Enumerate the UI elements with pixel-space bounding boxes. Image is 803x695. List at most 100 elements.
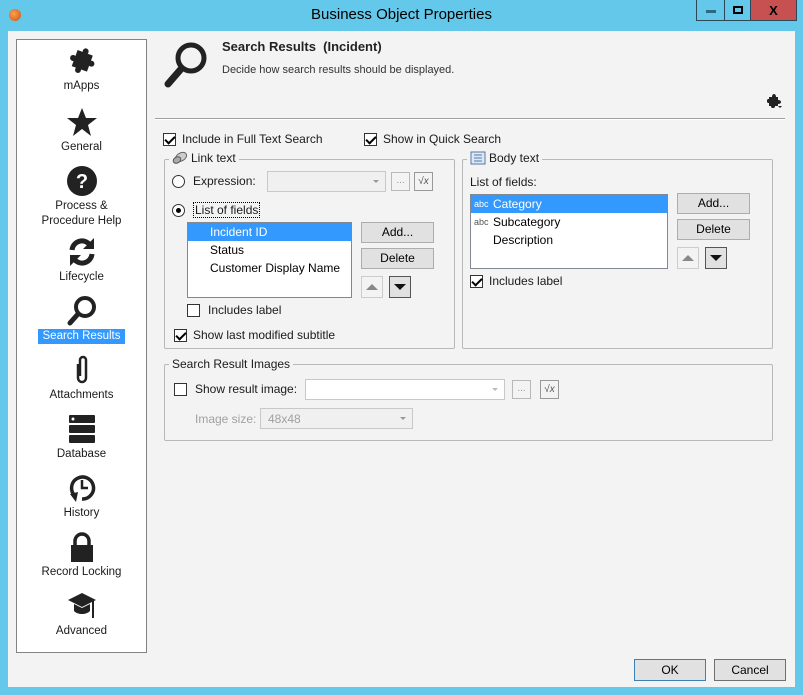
sidebar-item-mapps[interactable]: mApps xyxy=(17,45,146,94)
checkbox[interactable] xyxy=(163,132,176,146)
list-item[interactable]: abc Category xyxy=(471,195,667,213)
sidebar-item-label: History xyxy=(63,507,100,519)
link-move-down-button[interactable] xyxy=(389,276,411,298)
search-icon xyxy=(67,296,96,326)
maximize-icon xyxy=(732,6,743,14)
expression-formula-button[interactable]: √x xyxy=(414,172,433,191)
link-delete-button[interactable]: Delete xyxy=(361,248,434,269)
chevron-down-icon xyxy=(492,388,498,391)
ok-button[interactable]: OK xyxy=(634,659,706,681)
sidebar-item-record-locking[interactable]: Record Locking xyxy=(17,531,146,580)
radio-button[interactable] xyxy=(172,203,185,217)
sidebar: mApps General ? Process & Procedure Help… xyxy=(16,39,147,653)
radio-button[interactable] xyxy=(172,174,185,188)
sidebar-item-database[interactable]: Database xyxy=(17,413,146,462)
sidebar-item-label: Database xyxy=(56,448,107,460)
arrow-up-icon xyxy=(366,284,378,290)
sidebar-item-label: Record Locking xyxy=(41,566,122,578)
refresh-icon xyxy=(69,238,94,266)
text-type-icon: abc xyxy=(474,217,489,227)
sidebar-item-attachments[interactable]: Attachments xyxy=(17,354,146,403)
includes-label-text: Includes label xyxy=(489,274,563,288)
link-icon xyxy=(172,151,188,164)
search-result-images-group xyxy=(164,364,773,441)
images-legend: Search Result Images xyxy=(169,357,294,371)
minimize-button[interactable] xyxy=(696,0,725,21)
paperclip-icon xyxy=(76,355,87,384)
body-text-label: Body text xyxy=(489,151,540,165)
image-browse-button[interactable]: ... xyxy=(512,380,531,399)
arrow-down-icon xyxy=(394,284,406,290)
puzzle-icon xyxy=(69,48,94,73)
list-of-fields-label: List of fields xyxy=(193,202,261,218)
list-item[interactable]: Customer Display Name xyxy=(188,259,351,277)
body-add-button[interactable]: Add... xyxy=(677,193,750,214)
checkbox[interactable] xyxy=(470,274,483,288)
body-move-up-button[interactable] xyxy=(677,247,699,269)
arrow-down-icon xyxy=(710,255,722,261)
page-title: Search Results (Incident) xyxy=(222,39,382,54)
sidebar-item-label: Search Results xyxy=(37,329,126,344)
image-size-label: Image size: xyxy=(195,412,257,426)
sidebar-item-lifecycle[interactable]: Lifecycle xyxy=(17,236,146,285)
list-item[interactable]: abc Subcategory xyxy=(471,213,667,231)
sidebar-item-process-help[interactable]: ? Process & Procedure Help xyxy=(17,165,146,229)
image-size-value: 48x48 xyxy=(268,412,301,426)
full-text-search-checkbox[interactable]: Include in Full Text Search xyxy=(163,132,323,146)
image-formula-button[interactable]: √x xyxy=(540,380,559,399)
chevron-down-icon xyxy=(373,180,379,183)
sidebar-item-label: General xyxy=(61,141,102,153)
show-last-modified-checkbox[interactable]: Show last modified subtitle xyxy=(174,328,335,342)
close-button[interactable]: X xyxy=(750,0,797,21)
sidebar-item-search-results[interactable]: Search Results xyxy=(17,295,146,344)
history-icon xyxy=(69,475,95,502)
link-add-button[interactable]: Add... xyxy=(361,222,434,243)
minimize-icon xyxy=(705,10,716,13)
checkbox[interactable] xyxy=(174,382,187,396)
body-delete-button[interactable]: Delete xyxy=(677,219,750,240)
body-fields-list[interactable]: abc Category abc Subcategory Description xyxy=(470,194,668,269)
link-text-legend: Link text xyxy=(169,151,239,165)
show-result-image-checkbox[interactable]: Show result image: xyxy=(174,382,297,396)
chevron-down-icon xyxy=(400,417,406,420)
database-icon xyxy=(68,415,95,443)
quick-search-checkbox[interactable]: Show in Quick Search xyxy=(364,132,501,146)
expression-radio[interactable]: Expression: xyxy=(172,174,256,188)
list-item-label: Description xyxy=(493,233,554,247)
checkbox[interactable] xyxy=(364,132,377,146)
graduation-cap-icon xyxy=(67,593,96,618)
body-move-down-button[interactable] xyxy=(705,247,727,269)
close-icon: X xyxy=(769,2,778,18)
list-item[interactable]: Description xyxy=(471,231,667,249)
link-move-up-button[interactable] xyxy=(361,276,383,298)
checkbox[interactable] xyxy=(174,328,187,342)
list-item[interactable]: Incident ID xyxy=(188,223,351,241)
expression-combo[interactable] xyxy=(267,171,386,192)
sidebar-item-label: Lifecycle xyxy=(59,271,104,283)
page-subtitle: Decide how search results should be disp… xyxy=(222,64,455,76)
star-icon xyxy=(66,108,97,136)
document-icon xyxy=(470,151,486,165)
mapps-puzzle-icon[interactable] xyxy=(766,93,782,109)
body-includes-label-checkbox[interactable]: Includes label xyxy=(470,274,562,288)
maximize-button[interactable] xyxy=(724,0,751,21)
sidebar-item-general[interactable]: General xyxy=(17,106,146,155)
result-image-combo[interactable] xyxy=(305,379,505,400)
list-item-label: Category xyxy=(493,197,542,211)
image-size-combo[interactable]: 48x48 xyxy=(260,408,413,429)
checkbox[interactable] xyxy=(187,303,200,317)
images-legend-label: Search Result Images xyxy=(172,357,291,371)
list-item-label: Subcategory xyxy=(493,215,561,229)
link-includes-label-checkbox[interactable]: Includes label xyxy=(187,303,281,317)
sidebar-item-label: Attachments xyxy=(49,389,114,401)
list-of-fields-radio[interactable]: List of fields xyxy=(172,202,261,218)
cancel-button[interactable]: Cancel xyxy=(714,659,786,681)
link-fields-list[interactable]: Incident ID Status Customer Display Name xyxy=(187,222,352,298)
sidebar-item-advanced[interactable]: Advanced xyxy=(17,590,146,639)
expression-label: Expression: xyxy=(193,174,256,188)
expression-browse-button[interactable]: ... xyxy=(391,172,410,191)
list-item[interactable]: Status xyxy=(188,241,351,259)
sidebar-item-label: mApps xyxy=(63,80,100,92)
text-type-icon: abc xyxy=(474,199,489,209)
sidebar-item-history[interactable]: History xyxy=(17,472,146,521)
